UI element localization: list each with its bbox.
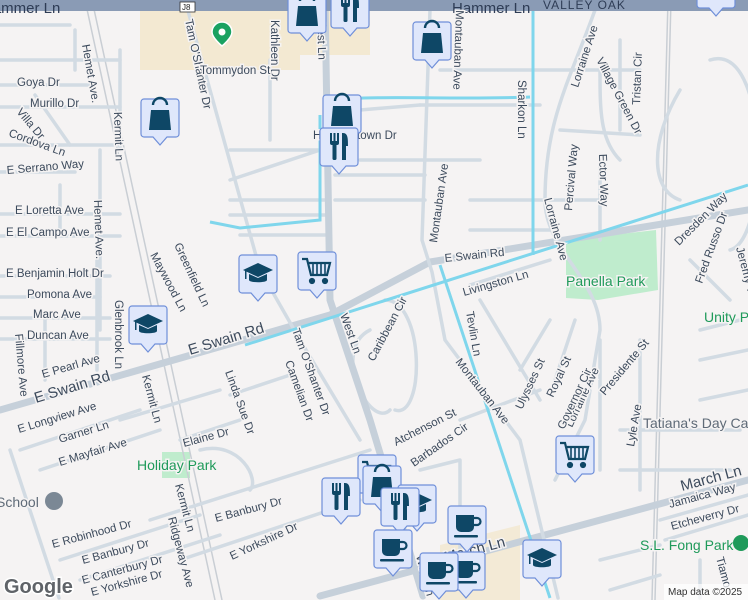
street-label: Montauban Ave <box>428 163 451 244</box>
street-label: Ector Way <box>596 154 610 207</box>
street-label: Montauban Ave <box>450 10 465 90</box>
shopping-marker[interactable] <box>412 19 452 69</box>
street-label: E Banbury Dr <box>214 495 284 525</box>
street-label: Presidente St <box>598 337 652 398</box>
map-attribution[interactable]: Map data ©2025 <box>668 587 743 598</box>
street-label: Murillo Dr <box>30 98 79 110</box>
street-label: Goya Dr <box>17 77 60 89</box>
street-label: Hammer Ln <box>0 0 60 17</box>
street-label: E Serrano Way <box>6 158 85 177</box>
school-marker[interactable] <box>238 254 278 302</box>
school-marker[interactable] <box>128 305 168 353</box>
street-label: Glenbrook Ln <box>112 300 124 369</box>
street-label: Tevlin Ln <box>463 310 483 357</box>
street-label: E Swain Rd <box>444 247 505 265</box>
street-label: Marc Ave <box>33 309 81 321</box>
grocery-marker[interactable] <box>555 435 595 483</box>
street-label: Sharkon Ln <box>515 80 527 139</box>
street-label: Duncan Ave <box>27 330 89 342</box>
place-label-tommydon[interactable]: Tommydon St <box>199 64 273 79</box>
place-label-school[interactable]: School <box>0 493 40 512</box>
map-canvas[interactable]: J8 Hammer Ln Hammer Ln VALLEY OAK Goya D… <box>0 0 748 600</box>
street-label: Garner Ln <box>57 419 110 446</box>
street-label: Royal St <box>545 354 575 399</box>
street-label: Hemet Ave. <box>79 43 101 103</box>
highway-shield-label: J8 <box>182 3 191 12</box>
street-label: E Swain Rd <box>186 320 266 359</box>
street-label: Jeremy Way <box>733 246 748 311</box>
street-label: E Benjamin Holt Dr <box>6 268 104 280</box>
school-marker[interactable] <box>522 539 562 587</box>
street-label: Montauban Ave <box>453 356 512 426</box>
park-label-fong[interactable]: S.L. Fong Park <box>639 536 736 555</box>
street-label: VALLEY OAK <box>543 0 626 12</box>
street-label: Tristan Cir <box>631 52 645 105</box>
street-label: Kermit Ln <box>111 112 125 162</box>
street-label: Hemet Ave. <box>91 200 105 260</box>
street-label: E Loretta Ave <box>15 205 84 217</box>
map-marker[interactable] <box>696 0 736 17</box>
railroad-east <box>651 0 672 600</box>
school-icon <box>45 492 63 510</box>
street-label: Fillmore Ave <box>12 333 29 397</box>
google-logo: Google <box>4 576 73 598</box>
park-label-holiday[interactable]: Holiday Park <box>136 456 219 475</box>
street-label: Pomona Ave <box>27 289 92 301</box>
park-tree-icon <box>733 535 748 551</box>
park-label-panella[interactable]: Panella Park <box>565 272 648 291</box>
street-label: Kermit Ln <box>139 374 163 425</box>
place-label-tatianas[interactable]: Tatiana's Day Care <box>642 414 748 433</box>
street-label: E El Campo Ave <box>6 227 90 239</box>
shopping-marker[interactable] <box>140 96 180 146</box>
restaurant-marker[interactable] <box>321 477 361 525</box>
park-label-unity[interactable]: Unity Park <box>703 308 748 327</box>
hammer-ln-highway <box>0 0 748 11</box>
